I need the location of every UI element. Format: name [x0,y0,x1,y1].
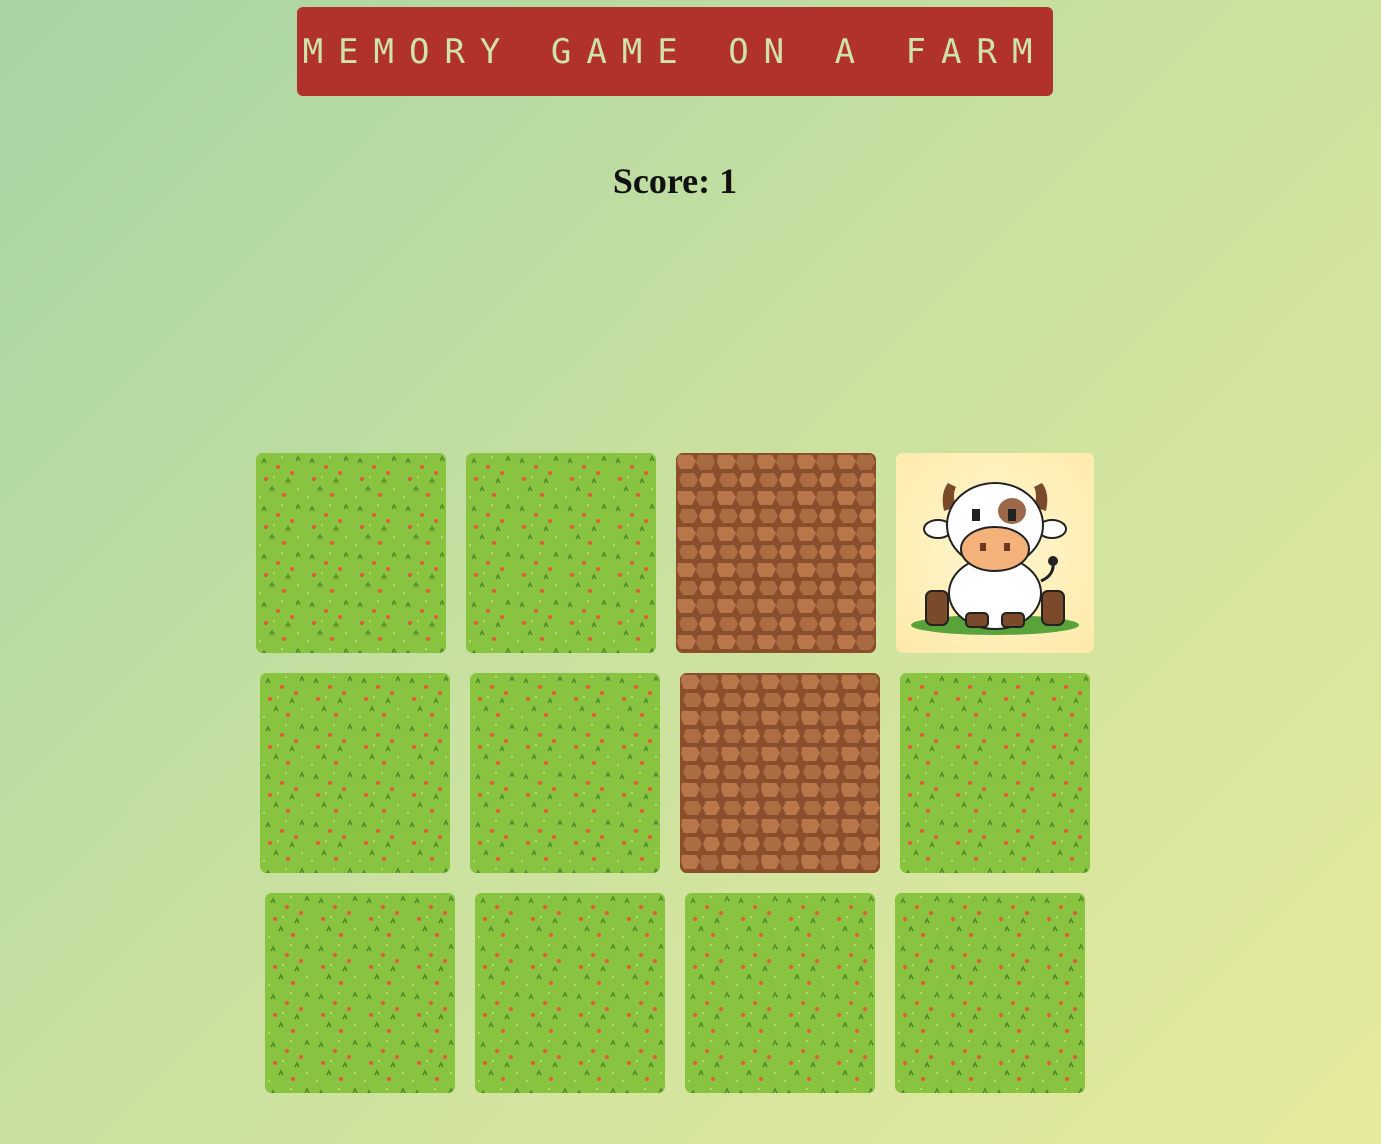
card-hidden[interactable] [256,453,446,653]
card-hidden[interactable] [470,673,660,873]
dirt-matched-icon [680,673,880,873]
card-matched [676,453,876,653]
grass-card-back-icon [475,893,665,1093]
card-hidden[interactable] [685,893,875,1093]
card-hidden[interactable] [260,673,450,873]
card-hidden[interactable] [900,673,1090,873]
card-hidden[interactable] [265,893,455,1093]
grass-card-back-icon [895,893,1085,1093]
card-matched [680,673,880,873]
grass-card-back-icon [470,673,660,873]
grass-card-back-icon [265,893,455,1093]
card-hidden[interactable] [466,453,656,653]
grass-card-back-icon [900,673,1090,873]
grass-card-back-icon [260,673,450,873]
grass-card-back-icon [256,453,446,653]
grass-card-back-icon [685,893,875,1093]
card-hidden[interactable] [475,893,665,1093]
card-revealed[interactable] [896,453,1094,653]
card-hidden[interactable] [895,893,1085,1093]
card-board [0,0,1381,1144]
cow-icon [911,482,1079,635]
grass-card-back-icon [466,453,656,653]
dirt-matched-icon [676,453,876,653]
